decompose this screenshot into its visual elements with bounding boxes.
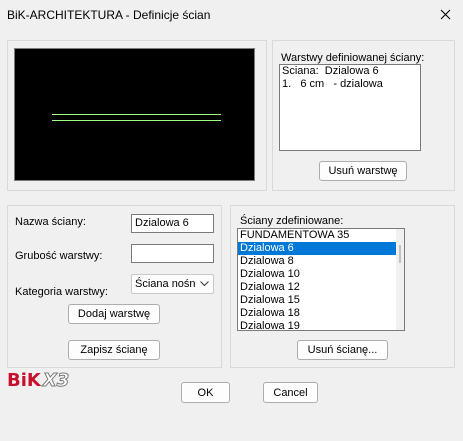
add-layer-button[interactable]: Dodaj warstwę — [68, 304, 160, 324]
category-select[interactable]: Ściana nośn — [131, 274, 214, 294]
defined-walls-listbox[interactable]: FUNDAMENTOWA 35 Dzialowa 6 Dzialowa 8 Dz… — [237, 228, 405, 331]
cancel-button[interactable]: Cancel — [263, 382, 318, 403]
thickness-label: Grubość warstwy: — [15, 250, 103, 262]
layer-row[interactable]: 1. 6 cm - dzialowa — [280, 78, 420, 91]
logo-x3-text: X3 — [42, 370, 70, 391]
ok-button[interactable]: OK — [181, 382, 230, 403]
wall-list-item[interactable]: FUNDAMENTOWA 35 — [238, 229, 404, 242]
list-scrollbar[interactable] — [396, 229, 404, 330]
name-input[interactable]: Dzialowa 6 — [131, 214, 214, 233]
preview-line-top — [52, 114, 221, 115]
defined-walls-label: Ściany zdefiniowane: — [240, 215, 344, 227]
wall-list-item[interactable]: Dzialowa 10 — [238, 268, 404, 281]
wall-list-item-selected[interactable]: Dzialowa 6 — [238, 242, 404, 255]
category-label: Kategoria warstwy: — [15, 286, 108, 298]
close-icon — [440, 9, 450, 20]
thickness-input[interactable] — [131, 244, 214, 263]
layers-listbox[interactable]: Sciana: Dzialowa 6 1. 6 cm - dzialowa — [279, 64, 421, 151]
wall-list-item[interactable]: Dzialowa 19 — [238, 320, 404, 330]
window-title: BiK-ARCHITEKTURA - Definicje ścian — [7, 8, 211, 22]
remove-wall-button[interactable]: Usuń ścianę... — [297, 340, 388, 360]
wall-list-item[interactable]: Dzialowa 12 — [238, 281, 404, 294]
wall-list-item[interactable]: Dzialowa 18 — [238, 307, 404, 320]
chevron-down-icon — [200, 281, 209, 287]
close-button[interactable] — [430, 2, 460, 28]
preview-line-bottom — [52, 120, 221, 121]
wall-preview — [14, 48, 255, 181]
layers-group-label: Warstwy definiowanej ściany: — [281, 52, 425, 64]
logo-bik-text: BiK — [7, 370, 41, 391]
category-select-value: Ściana nośn — [135, 278, 196, 290]
wall-list-item[interactable]: Dzialowa 8 — [238, 255, 404, 268]
wall-list-item[interactable]: Dzialowa 15 — [238, 294, 404, 307]
bik-logo: BiK X3 — [7, 370, 70, 391]
list-scroll-thumb[interactable] — [399, 245, 401, 263]
remove-layer-button[interactable]: Usuń warstwę — [319, 161, 407, 181]
name-label: Nazwa ściany: — [15, 216, 86, 228]
save-wall-button[interactable]: Zapisz ścianę — [68, 340, 160, 360]
layer-row[interactable]: Sciana: Dzialowa 6 — [280, 65, 420, 78]
